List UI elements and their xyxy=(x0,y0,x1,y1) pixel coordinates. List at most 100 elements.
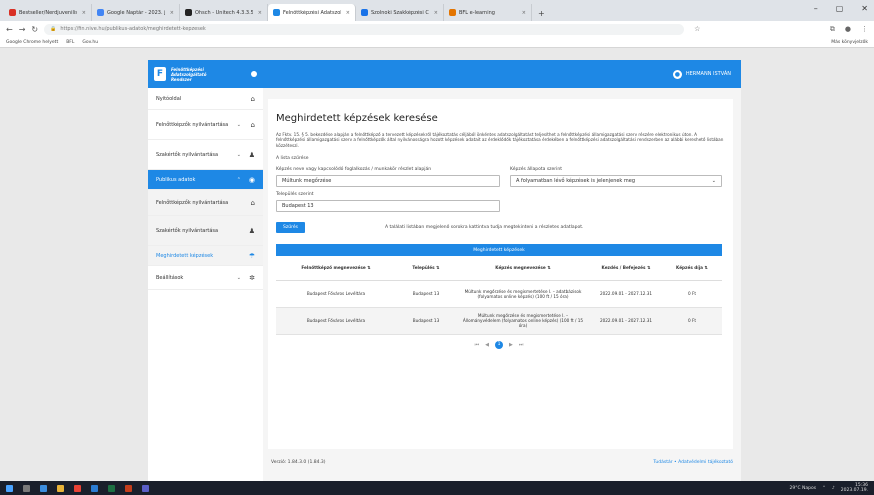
sidebar-subitem-trainers[interactable]: Felnőttképzők nyilvántartása ⌂ xyxy=(148,190,263,216)
sidebar-item-experts[interactable]: Szakértők nyilvántartása ⌄ ♟ xyxy=(148,140,263,170)
bookmarks-bar: Google Chrome helyett BFL Gov.hu Más kön… xyxy=(0,37,874,48)
close-tab-icon[interactable]: × xyxy=(170,10,174,16)
minimize-button[interactable]: – xyxy=(814,4,818,13)
chevron-down-icon: ⌄ xyxy=(236,151,241,158)
column-header-training[interactable]: Képzés megnevezése ⇅ xyxy=(456,256,590,281)
version-text: Verzió: 1.84.3.0 (1.84.3) xyxy=(271,459,326,465)
file-explorer-icon[interactable] xyxy=(57,484,64,492)
page-number-current[interactable]: 1 xyxy=(495,340,503,349)
bookmark-star-icon[interactable]: ☆ xyxy=(694,25,700,33)
name-filter-input[interactable]: Múltunk megőrzése xyxy=(276,175,500,188)
sidebar-item-public-data[interactable]: Publikus adatok ⌃ ◉ xyxy=(148,170,263,190)
page-description: Az Fktv. 15. § 5. bekezdése alapján a fe… xyxy=(276,132,724,148)
user-name[interactable]: HERMANN ISTVÁN xyxy=(686,71,731,77)
powerpoint-icon[interactable] xyxy=(125,484,132,492)
column-header-fee[interactable]: Képzés díja ⇅ xyxy=(662,256,722,281)
url-field[interactable]: 🔒 https://fin.nive.hu/publikus-adatok/me… xyxy=(44,23,685,35)
bank-icon: ⌂ xyxy=(250,120,255,129)
close-window-button[interactable]: ✕ xyxy=(861,4,868,13)
name-filter-label: Képzés neve vagy kapcsolódó foglalkozás … xyxy=(276,167,432,173)
column-header-city[interactable]: Település ⇅ xyxy=(396,256,456,281)
city-filter-label: Település szerint xyxy=(276,192,314,198)
browser-tab[interactable]: Szolnoki Szakképzési Centrum × xyxy=(356,4,444,21)
tab-label: Felnőttképzési Adatszolgáltató xyxy=(283,9,341,16)
reload-icon[interactable]: ↻ xyxy=(31,25,38,34)
browser-tab[interactable]: Google Naptár - 2023. július × xyxy=(92,4,180,21)
sidebar-toggle-icon[interactable] xyxy=(251,71,257,77)
bookmark-item[interactable]: Google Chrome helyett xyxy=(6,40,58,45)
taskview-icon[interactable] xyxy=(40,484,47,492)
network-icon[interactable]: ⌃ xyxy=(822,486,826,491)
column-header-trainer[interactable]: Felnőttképző megnevezése ⇅ xyxy=(276,256,396,281)
close-tab-icon[interactable]: × xyxy=(522,10,526,16)
tab-label: BFL e-learning xyxy=(459,9,495,16)
tab-label: Bestseller/Nerdjuvenilis xyxy=(19,9,77,16)
new-tab-button[interactable]: + xyxy=(532,9,551,21)
sidebar-item-trainers[interactable]: Felnőttképzők nyilvántartása ⌄ ⌂ xyxy=(148,110,263,140)
close-tab-icon[interactable]: × xyxy=(346,10,350,16)
sidebar-subitem-experts[interactable]: Szakértők nyilvántartása ♟ xyxy=(148,216,263,246)
first-page-icon[interactable]: ⏮ xyxy=(475,342,480,348)
tab-label: Ohsch - Unitech 4.3.3.5 xyxy=(195,9,253,16)
cell-fee: 0 Ft xyxy=(662,280,722,308)
table-row[interactable]: Budapest Főváros Levéltára Budapest 13 M… xyxy=(276,280,722,308)
browser-tab[interactable]: Ohsch - Unitech 4.3.3.5 × xyxy=(180,4,268,21)
prev-page-icon[interactable]: ◀ xyxy=(485,342,489,348)
windows-start-icon[interactable] xyxy=(6,484,13,492)
browser-tab-bar: Bestseller/Nerdjuvenilis × Google Naptár -… xyxy=(0,0,874,21)
back-icon[interactable]: ← xyxy=(6,25,13,34)
bookmark-item[interactable]: Gov.hu xyxy=(82,40,98,45)
system-tray: 29°C Napos ⌃ ♪ 15:36 2023.07.19. xyxy=(790,483,869,493)
home-icon: ⌂ xyxy=(250,94,255,103)
browser-tab[interactable]: Bestseller/Nerdjuvenilis × xyxy=(4,4,92,21)
chrome-icon[interactable] xyxy=(74,484,81,492)
extensions-icon[interactable]: ⧉ xyxy=(830,25,835,34)
umbrella-icon: ☂ xyxy=(248,251,255,260)
column-header-dates[interactable]: Kezdés / Befejezés ⇅ xyxy=(590,256,662,281)
profile-icon[interactable]: ● xyxy=(845,25,851,33)
filter-section-title: A lista szűrése xyxy=(276,156,309,162)
footer-links[interactable]: Tudástár • Adatvédelmi tájékoztató xyxy=(653,460,733,465)
bookmark-item[interactable]: BFL xyxy=(66,40,74,45)
tab-favicon-icon xyxy=(97,9,104,16)
table-row[interactable]: Budapest Főváros Levéltára Budapest 13 M… xyxy=(276,307,722,335)
teams-icon[interactable] xyxy=(142,484,149,492)
maximize-button[interactable]: ▢ xyxy=(836,4,844,13)
user-avatar-icon[interactable]: ● xyxy=(672,69,682,79)
app-header: ● HERMANN ISTVÁN xyxy=(263,60,741,88)
last-page-icon[interactable]: ⏭ xyxy=(519,342,524,348)
filter-button[interactable]: Szűrés xyxy=(276,222,305,234)
sidebar-item-home[interactable]: Nyitóoldal ⌂ xyxy=(148,88,263,110)
tab-favicon-icon xyxy=(185,9,192,16)
clock[interactable]: 15:36 2023.07.19. xyxy=(841,483,868,493)
status-filter-select[interactable]: A folyamatban lévő képzések is jelenjene… xyxy=(510,175,722,188)
search-icon[interactable] xyxy=(23,484,30,492)
close-tab-icon[interactable]: × xyxy=(434,10,438,16)
sidebar-item-settings[interactable]: Beállítások ⌄ ✲ xyxy=(148,266,263,290)
excel-icon[interactable] xyxy=(108,484,115,492)
chevron-down-icon: ⌄ xyxy=(236,121,241,128)
sidebar-subitem-trainings[interactable]: Meghirdetett képzések ☂ xyxy=(148,246,263,266)
gear-icon: ✲ xyxy=(249,273,255,282)
browser-tab[interactable]: BFL e-learning × xyxy=(444,4,532,21)
chevron-up-icon: ⌃ xyxy=(236,176,241,183)
city-filter-input[interactable]: Budapest 13 xyxy=(276,200,500,213)
status-filter-label: Képzés állapota szerint xyxy=(510,167,563,173)
close-tab-icon[interactable]: × xyxy=(82,10,86,16)
word-icon[interactable] xyxy=(91,484,98,492)
other-bookmarks[interactable]: Más könyvjelzők xyxy=(831,40,868,45)
tab-favicon-icon xyxy=(361,9,368,16)
results-table: Meghirdetett képzések Felnőttképző megne… xyxy=(276,244,722,349)
browser-tab[interactable]: Felnőttképzési Adatszolgáltató × xyxy=(268,4,356,21)
cell-city: Budapest 13 xyxy=(396,307,456,335)
next-page-icon[interactable]: ▶ xyxy=(509,342,513,348)
cell-dates: 2022.09.01 - 2027.12.31 xyxy=(590,307,662,335)
cell-trainer: Budapest Főváros Levéltára xyxy=(276,280,396,308)
weather-text[interactable]: 29°C Napos xyxy=(790,486,817,491)
close-tab-icon[interactable]: × xyxy=(258,10,262,16)
volume-icon[interactable]: ♪ xyxy=(832,486,835,491)
url-text: https://fin.nive.hu/publikus-adatok/megh… xyxy=(60,26,206,32)
menu-icon[interactable]: ⋮ xyxy=(861,25,868,33)
pagination: ⏮ ◀ 1 ▶ ⏭ xyxy=(276,340,722,349)
forward-icon[interactable]: → xyxy=(19,25,26,34)
